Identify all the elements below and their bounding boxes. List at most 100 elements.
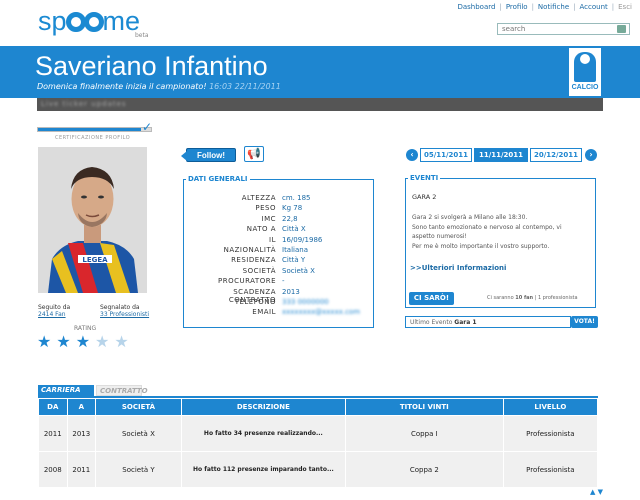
attendance-fans: 10 fan <box>515 295 534 301</box>
general-data-key: NATO A <box>246 225 276 234</box>
event-name: GARA 2 <box>412 193 437 201</box>
scroll-down-icon[interactable]: ▼ <box>598 488 603 496</box>
general-data-value: 16/09/1986 <box>282 235 323 244</box>
nav-notifiche[interactable]: Notifiche <box>538 3 569 11</box>
profile-status: Domenica finalmente inizia il campionato… <box>37 82 281 91</box>
certification-label: CERTIFICAZIONE PROFILO <box>55 135 131 141</box>
sport-badge[interactable]: CALCIO <box>567 46 603 98</box>
events-title: EVENTI <box>408 174 441 182</box>
attend-button[interactable]: CI SARÒ! <box>409 292 454 305</box>
cell-titoli: Coppa I <box>345 416 503 451</box>
cell-livello: Professionista <box>503 452 597 487</box>
cell-societa: Società Y <box>96 452 181 487</box>
recommended-link[interactable]: 33 Professionisti <box>100 311 149 318</box>
star-icon[interactable]: ★ <box>95 332 114 351</box>
last-event-label: Ultimo Evento <box>410 319 453 326</box>
attendance-separator: | <box>534 295 537 301</box>
jersey-sponsor: LEGEA <box>82 256 108 264</box>
date-prev-arrow-icon[interactable]: ‹ <box>406 149 418 161</box>
general-data-key: NAZIONALITÀ <box>223 246 276 254</box>
general-data-key: PROCURATORE <box>217 277 276 286</box>
cell-a: 2011 <box>67 452 96 487</box>
general-data-value: Italiana <box>282 246 309 254</box>
vote-button[interactable]: VOTA! <box>571 316 598 328</box>
general-data-title: DATI GENERALI <box>186 175 250 183</box>
megaphone-icon[interactable]: 📢 <box>244 146 264 162</box>
nav-account[interactable]: Account <box>580 3 608 11</box>
general-data-value: - <box>282 277 285 286</box>
general-data-row: RESIDENZA Città Y <box>184 256 373 266</box>
check-icon: ✓ <box>142 120 153 134</box>
general-data-panel: DATI GENERALI ALTEZZA cm. 185 PESO Kg 78 IMC… <box>183 175 374 328</box>
profile-photo[interactable]: LEGEA <box>38 147 147 293</box>
attendance-pros: 1 professionista <box>537 295 578 301</box>
ticker-text: Live ticker updates <box>41 100 127 108</box>
tab-contract[interactable]: CONTRATTO <box>96 385 148 396</box>
scroll-up-icon[interactable]: ▲ <box>590 488 595 496</box>
status-timestamp: 16:03 22/11/2011 <box>209 82 281 91</box>
star-icon[interactable]: ★ <box>114 332 133 351</box>
cell-livello: Professionista <box>503 416 597 451</box>
nav-profilo[interactable]: Profilo <box>506 3 528 11</box>
news-ticker: Live ticker updates <box>37 98 603 111</box>
general-data-key: EMAIL <box>252 308 276 317</box>
nav-esci[interactable]: Esci <box>618 3 632 11</box>
general-data-row: NATO A Città X <box>184 225 373 235</box>
table-row[interactable]: 2008 2011 Società Y Ho fatto 112 presenz… <box>39 452 597 487</box>
general-data-value: Società X <box>282 266 315 275</box>
general-data-row: IL 16/09/1986 <box>184 236 373 246</box>
general-data-value: 333 0000000 <box>282 298 329 306</box>
general-data-key: SOCIETÀ <box>242 266 276 275</box>
followers-stat: Seguito da 2414 Fan <box>38 304 70 318</box>
status-text: Domenica finalmente inizia il campionato… <box>37 82 207 91</box>
table-scroll-arrows[interactable]: ▲ ▼ <box>590 488 603 496</box>
general-data-key: RESIDENZA <box>231 256 276 265</box>
col-livello: LIVELLO <box>503 399 597 415</box>
col-titoli: TITOLI VINTI <box>345 399 503 415</box>
col-descrizione: DESCRIZIONE <box>181 399 345 415</box>
rating-stars[interactable]: ★★★★★ <box>37 332 134 351</box>
table-row[interactable]: 2011 2013 Società X Ho fatto 34 presenze… <box>39 416 597 451</box>
followers-link[interactable]: 2414 Fan <box>38 311 70 318</box>
cell-da: 2011 <box>39 416 67 451</box>
general-data-value: xxxxxxxx@xxxxx.com <box>282 308 361 317</box>
date-tab-next[interactable]: 20/12/2011 <box>530 148 582 162</box>
top-nav: Dashboard | Profilo | Notifiche | Account | … <box>457 3 632 11</box>
event-line-4: Per me è molto importante il vostro supp… <box>412 243 550 250</box>
certification-progress-fill <box>38 128 141 131</box>
search-input[interactable] <box>497 23 630 35</box>
star-icon[interactable]: ★ <box>76 332 95 351</box>
general-data-row: IMC 22,8 <box>184 215 373 225</box>
last-event-value: Gara 1 <box>454 319 477 326</box>
star-icon[interactable]: ★ <box>37 332 56 351</box>
event-line-1: Gara 2 si svolgerà a Milano alle 18:30. <box>412 214 528 221</box>
career-table: DA A SOCIETÀ DESCRIZIONE TITOLI VINTI LI… <box>38 398 598 488</box>
date-tab-prev[interactable]: 05/11/2011 <box>420 148 472 162</box>
general-data-key: ALTEZZA <box>241 194 276 202</box>
general-data-row: NAZIONALITÀ Italiana <box>184 246 373 256</box>
cell-societa: Società X <box>96 416 181 451</box>
followers-label: Seguito da <box>38 304 71 311</box>
cell-da: 2008 <box>39 452 67 487</box>
general-data-key: TELEFONO <box>234 298 276 306</box>
player-portrait: LEGEA <box>38 147 147 293</box>
search-icon[interactable] <box>617 25 626 33</box>
last-event-field[interactable]: Ultimo Evento Gara 1 <box>405 316 571 328</box>
date-tab-current[interactable]: 11/11/2011 <box>474 148 528 162</box>
spoome-logo[interactable]: spoomespme <box>38 6 140 37</box>
star-icon[interactable]: ★ <box>56 332 75 351</box>
follow-button[interactable]: Follow! <box>181 148 236 162</box>
attendance-note: Ci saranno 10 fan | 1 professionista <box>487 295 578 301</box>
general-data-value: Città Y <box>282 256 306 265</box>
more-info-link[interactable]: >>Ulteriori Informazioni <box>410 264 506 272</box>
cell-descrizione: Ho fatto 34 presenze realizzando... <box>181 416 345 451</box>
col-societa: SOCIETÀ <box>96 399 181 415</box>
general-data-row: PROCURATORE - <box>184 277 373 287</box>
tab-career[interactable]: CARRIERA <box>38 385 94 396</box>
date-next-arrow-icon[interactable]: › <box>585 149 597 161</box>
nav-dashboard[interactable]: Dashboard <box>457 3 495 11</box>
player-silhouette-icon <box>574 52 596 82</box>
event-line-3: aspetto numerosi! <box>412 233 467 240</box>
general-data-value: Kg 78 <box>282 204 303 213</box>
general-data-key: IL <box>269 235 276 244</box>
